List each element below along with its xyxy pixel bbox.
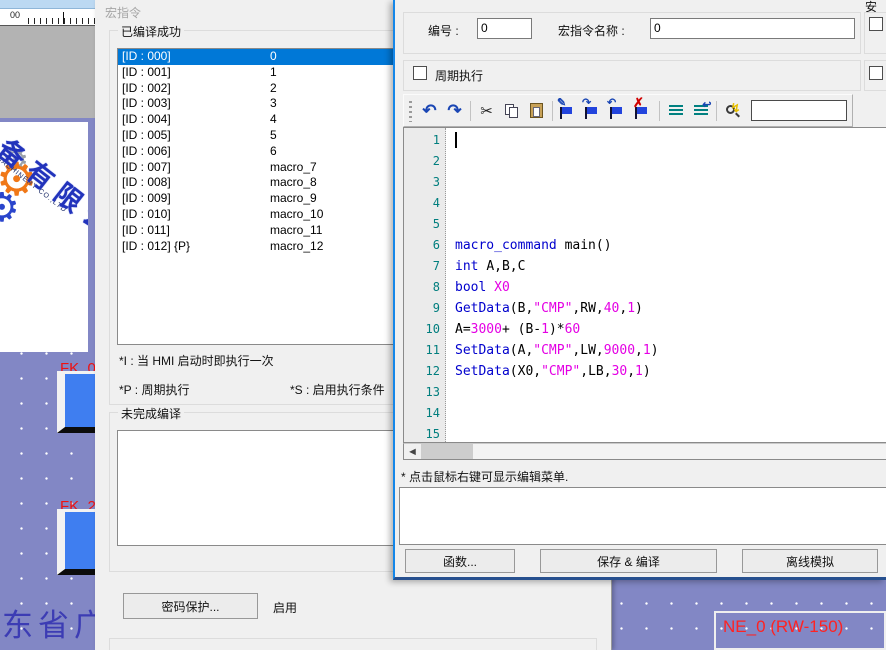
offline-simulation-button[interactable]: 离线模拟	[742, 549, 878, 573]
find-replace-button[interactable]: ↯	[720, 99, 745, 123]
scrollbar-thumb[interactable]	[421, 444, 473, 459]
ruler-ticks	[28, 18, 95, 24]
macro-id-input[interactable]: 0	[477, 18, 532, 39]
fk2-widget[interactable]	[57, 509, 95, 575]
undo-button[interactable]: ↶	[417, 99, 442, 123]
macro-editor-dialog: 编号 : 0 宏指令名称 : 0 安 周期执行 ↶ ↷ ✂ ✎ ↷ ↶ ✗	[393, 0, 886, 580]
fk0-widget[interactable]	[57, 371, 95, 433]
comment-block-button[interactable]	[663, 99, 688, 123]
code-line[interactable]: GetData(B,"CMP",RW,40,1)	[455, 298, 886, 319]
toolbar-grip[interactable]	[407, 100, 414, 122]
code-line[interactable]	[455, 403, 886, 424]
compile-message-box[interactable]	[399, 487, 886, 545]
ruler-origin-label: 00	[10, 10, 20, 20]
uncomment-block-button[interactable]	[688, 99, 713, 123]
periodic-checkbox[interactable]	[413, 66, 427, 80]
code-line[interactable]	[455, 382, 886, 403]
paste-button[interactable]	[524, 99, 549, 123]
security-checkbox[interactable]	[869, 17, 883, 31]
uncomment-lines-icon	[694, 105, 708, 117]
macro-name-label: 宏指令名称 :	[558, 22, 625, 39]
right-click-hint: * 点击鼠标右键可显示编辑菜单.	[401, 468, 568, 485]
comment-lines-icon	[669, 105, 683, 117]
clear-bookmarks-button[interactable]: ✗	[631, 99, 656, 123]
note-startup: *I : 当 HMI 启动时即执行一次	[119, 352, 274, 369]
note-periodic: *P : 周期执行	[119, 381, 189, 398]
toolbar-separator	[470, 101, 471, 121]
macro-code-editor[interactable]: 123456789101112131415 macro_command main…	[403, 127, 886, 443]
editor-toolbar: ↶ ↷ ✂ ✎ ↷ ↶ ✗ ↯	[403, 94, 853, 127]
cut-icon: ✂	[480, 102, 493, 120]
ne0-numeric-element[interactable]: NE_0 (RW-150)	[714, 611, 886, 650]
horizontal-ruler: 00	[0, 9, 95, 26]
pen-icon: ✎	[557, 96, 566, 109]
copy-button[interactable]	[499, 99, 524, 123]
password-protect-button[interactable]: 密码保护...	[123, 593, 258, 619]
text-caret	[455, 132, 457, 148]
toolbar-separator	[659, 101, 660, 121]
uncompiled-group-label: 未完成编译	[118, 405, 184, 422]
company-logo-image[interactable]: ⚙ ⚙ ⚙ TION MACHINERY CO.,LTD 设备有限公司	[0, 122, 88, 352]
ruler-major-tick	[63, 12, 64, 24]
password-status-label: 启用	[273, 599, 297, 616]
function-button[interactable]: 函数...	[405, 549, 515, 573]
next-arrow-icon: ↷	[582, 96, 591, 109]
copy-icon	[505, 104, 518, 118]
save-compile-button[interactable]: 保存 & 编译	[540, 549, 717, 573]
code-line[interactable]	[455, 424, 886, 443]
prev-arrow-icon: ↶	[607, 96, 616, 109]
macro-id-label: 编号 :	[428, 22, 459, 39]
redo-button[interactable]: ↷	[442, 99, 467, 123]
code-line[interactable]: macro_command main()	[455, 235, 886, 256]
periodic-label: 周期执行	[435, 67, 483, 84]
undo-icon: ↶	[422, 101, 436, 121]
dialog-title: 宏指令	[105, 4, 141, 21]
ne0-label: NE_0 (RW-150)	[723, 617, 843, 637]
code-line[interactable]: bool X0	[455, 277, 886, 298]
code-line[interactable]: int A,B,C	[455, 256, 886, 277]
bottom-group-cut	[109, 638, 597, 650]
prev-bookmark-button[interactable]: ↶	[606, 99, 631, 123]
right-checkbox-cut[interactable]	[869, 66, 883, 80]
paste-icon	[530, 103, 543, 118]
toggle-bookmark-button[interactable]: ✎	[556, 99, 581, 123]
hmi-editor-screen: 00 ⚙ ⚙ ⚙ TION MACHINERY CO.,LTD 设备有限公司 F…	[0, 0, 886, 650]
gear-icon: ⚙	[0, 188, 20, 228]
code-line[interactable]: A=3000+ (B-1)*60	[455, 319, 886, 340]
code-line[interactable]: SetData(A,"CMP",LW,9000,1)	[455, 340, 886, 361]
find-replace-icon: ↯	[725, 103, 741, 119]
code-line[interactable]	[455, 193, 886, 214]
macro-name-input[interactable]: 0	[650, 18, 855, 39]
editor-horizontal-scrollbar[interactable]: ◄	[403, 443, 886, 460]
editor-gutter: 123456789101112131415	[404, 128, 446, 442]
next-bookmark-button[interactable]: ↷	[581, 99, 606, 123]
code-line[interactable]	[455, 214, 886, 235]
red-x-icon: ✗	[633, 95, 644, 111]
toolbar-separator	[716, 101, 717, 121]
workspace-margin	[0, 26, 95, 118]
scroll-left-arrow-icon[interactable]: ◄	[404, 444, 421, 459]
find-input[interactable]	[751, 100, 847, 121]
compiled-group-label: 已编译成功	[118, 23, 184, 40]
redo-icon: ↷	[447, 101, 461, 121]
cut-button[interactable]: ✂	[474, 99, 499, 123]
editor-code[interactable]: macro_command main()int A,B,Cbool X0GetD…	[446, 128, 886, 442]
toolbar-separator	[552, 101, 553, 121]
app-toolbar-strip	[0, 0, 95, 9]
code-line[interactable]: SetData(X0,"CMP",LB,30,1)	[455, 361, 886, 382]
note-condition: *S : 启用执行条件	[290, 381, 385, 398]
